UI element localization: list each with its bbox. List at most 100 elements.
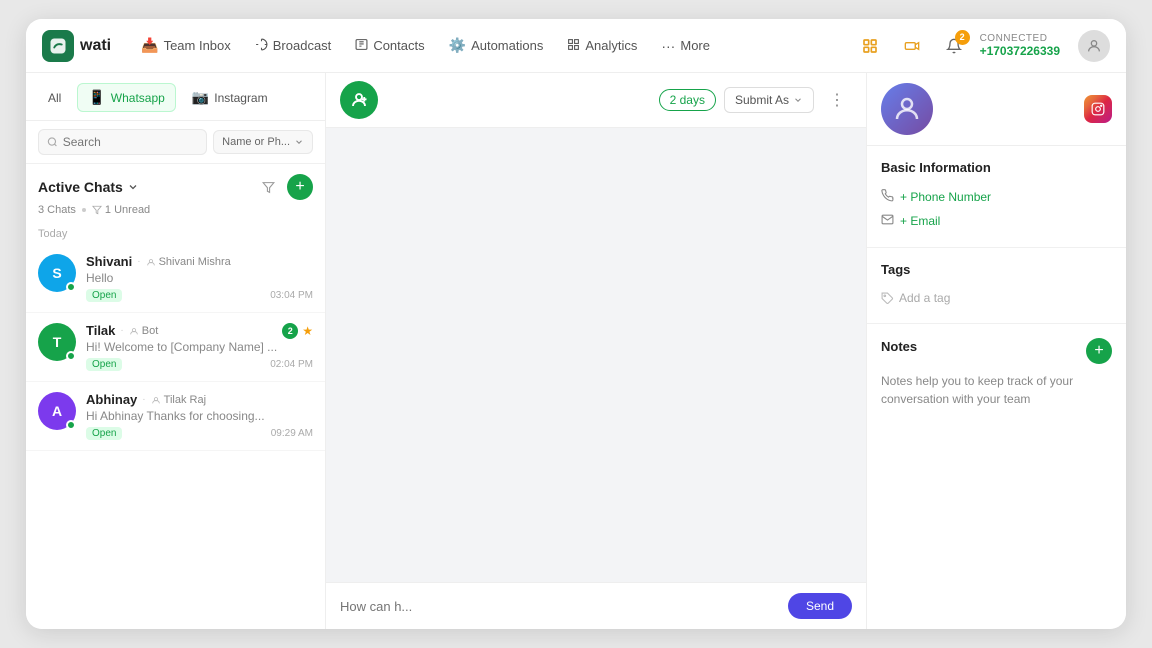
user-avatar-nav[interactable] xyxy=(1078,30,1110,62)
chat-agent-name-abhinay: Tilak Raj xyxy=(164,394,206,406)
phone-row[interactable]: + Phone Number xyxy=(881,185,1112,209)
chat-item-tilak[interactable]: T Tilak · Bot Hi! Welcome to [Compan xyxy=(26,313,325,382)
nav-automations[interactable]: ⚙️ Automations xyxy=(439,31,554,60)
instagram-platform-icon xyxy=(1084,95,1112,123)
nav-more-label: More xyxy=(680,38,710,53)
right-panel: Basic Information + Phone Number + Email… xyxy=(866,73,1126,629)
nav-team-inbox[interactable]: 📥 Team Inbox xyxy=(131,31,241,60)
chat-status-shivani: Open xyxy=(86,289,122,302)
add-tag-label: Add a tag xyxy=(899,291,950,305)
filter-label: Name or Ph... xyxy=(222,136,290,148)
connected-label: CONNECTED xyxy=(980,33,1048,44)
today-label: Today xyxy=(26,224,325,244)
search-input[interactable] xyxy=(63,135,198,149)
online-status-dot-tilak xyxy=(66,351,76,361)
tab-instagram-label: Instagram xyxy=(214,91,267,105)
automations-icon: ⚙️ xyxy=(449,37,466,54)
chat-status-tilak: Open xyxy=(86,358,122,371)
send-btn[interactable]: Send xyxy=(788,593,852,619)
nav-analytics[interactable]: Analytics xyxy=(557,32,647,60)
more-options-btn[interactable]: ⋮ xyxy=(822,85,852,115)
tab-whatsapp[interactable]: 📱 Whatsapp xyxy=(77,83,175,112)
chat-agent-name-tilak: Bot xyxy=(142,325,159,337)
days-badge: 2 days xyxy=(659,89,716,111)
filter-chats-btn[interactable] xyxy=(255,174,281,200)
chat-content-abhinay: Abhinay · Tilak Raj Hi Abhinay Thanks fo… xyxy=(86,392,313,440)
chat-header-shivani: Shivani · Shivani Mishra xyxy=(86,254,313,269)
chat-item-abhinay[interactable]: A Abhinay · Tilak Raj Hi Abhinay Tha xyxy=(26,382,325,451)
chat-footer-tilak: Open 02:04 PM xyxy=(86,358,313,371)
search-icon xyxy=(47,136,58,148)
email-row[interactable]: + Email xyxy=(881,209,1112,233)
add-note-btn[interactable]: + xyxy=(1086,338,1112,364)
chat-content-shivani: Shivani · Shivani Mishra Hello Open 03:0… xyxy=(86,254,313,302)
chat-avatar-shivani: S xyxy=(38,254,76,292)
right-panel-top xyxy=(867,73,1126,146)
active-chats-title: Active Chats xyxy=(38,179,139,195)
chat-list: S Shivani · Shivani Mishra Hello xyxy=(26,244,325,629)
contacts-icon xyxy=(355,38,368,54)
star-icon-tilak: ★ xyxy=(302,324,313,338)
contact-avatar xyxy=(881,83,933,135)
video-nav-btn[interactable] xyxy=(896,30,928,62)
tags-title: Tags xyxy=(881,262,1112,277)
active-chats-header: Active Chats + xyxy=(26,164,325,204)
phone-label: + Phone Number xyxy=(900,190,991,204)
chevron-down-icon xyxy=(294,137,304,147)
chat-header-tilak: Tilak · Bot xyxy=(86,323,313,338)
submit-as-label: Submit As xyxy=(735,93,789,107)
chat-agent-shivani: Shivani Mishra xyxy=(146,256,231,268)
chat-agent-abhinay: Tilak Raj xyxy=(151,394,206,406)
tags-section: Tags Add a tag xyxy=(867,248,1126,324)
left-sidebar: All 📱 Whatsapp 📷 Instagram Name or Ph... xyxy=(26,73,326,629)
chat-agent-tilak: Bot xyxy=(129,325,159,337)
chat-footer-shivani: Open 03:04 PM xyxy=(86,289,313,302)
notification-btn[interactable]: 2 xyxy=(938,30,970,62)
tab-all[interactable]: All xyxy=(38,87,71,109)
chat-name-tilak: Tilak xyxy=(86,323,115,338)
chat-name-abhinay: Abhinay xyxy=(86,392,137,407)
nav-analytics-label: Analytics xyxy=(585,38,637,53)
email-icon xyxy=(881,213,894,229)
main-layout: All 📱 Whatsapp 📷 Instagram Name or Ph... xyxy=(26,73,1126,629)
nav-broadcast[interactable]: Broadcast xyxy=(245,32,342,60)
chat-input[interactable] xyxy=(340,599,780,614)
tag-icon xyxy=(881,292,894,305)
search-nav-btn[interactable] xyxy=(854,30,886,62)
logo: wati xyxy=(42,30,111,62)
nav-contacts-label: Contacts xyxy=(373,38,424,53)
search-input-wrap[interactable] xyxy=(38,129,207,155)
agent-icon-abhinay xyxy=(151,395,161,405)
chat-toolbar: 2 days Submit As ⋮ xyxy=(326,73,866,128)
chat-preview-shivani: Hello xyxy=(86,271,313,285)
add-tag-btn[interactable]: Add a tag xyxy=(881,287,1112,309)
nav-more[interactable]: ··· More xyxy=(651,32,720,60)
chat-time-abhinay: 09:29 AM xyxy=(271,428,313,439)
logo-text: wati xyxy=(80,37,111,55)
nav-automations-label: Automations xyxy=(471,38,543,53)
add-chat-btn[interactable]: + xyxy=(287,174,313,200)
notes-section: Notes + Notes help you to keep track of … xyxy=(867,324,1126,422)
chat-header-abhinay: Abhinay · Tilak Raj xyxy=(86,392,313,407)
basic-info-section: Basic Information + Phone Number + Email xyxy=(867,146,1126,248)
new-contact-btn[interactable] xyxy=(340,81,378,119)
more-icon: ··· xyxy=(661,38,675,54)
filter-dropdown[interactable]: Name or Ph... xyxy=(213,130,313,154)
nav-contacts[interactable]: Contacts xyxy=(345,32,434,60)
top-nav: wati 📥 Team Inbox Broadcast Contacts ⚙️ xyxy=(26,19,1126,73)
phone-icon xyxy=(881,189,894,205)
inbox-icon: 📥 xyxy=(141,37,158,54)
notes-header: Notes + xyxy=(881,338,1112,364)
notes-text: Notes help you to keep track of your con… xyxy=(881,372,1112,408)
tab-instagram[interactable]: 📷 Instagram xyxy=(182,84,278,111)
chevron-down-icon-chats xyxy=(127,181,139,193)
tab-whatsapp-label: Whatsapp xyxy=(111,91,165,105)
nav-right: 2 CONNECTED +17037226339 xyxy=(854,30,1110,62)
chat-messages[interactable] xyxy=(326,128,866,582)
chat-time-shivani: 03:04 PM xyxy=(270,290,313,301)
chat-area: 2 days Submit As ⋮ Send xyxy=(326,73,866,629)
connected-number: +17037226339 xyxy=(980,44,1060,58)
chat-item-shivani[interactable]: S Shivani · Shivani Mishra Hello xyxy=(26,244,325,313)
submit-as-btn[interactable]: Submit As xyxy=(724,87,814,113)
unread-badge: 1 Unread xyxy=(92,204,150,216)
